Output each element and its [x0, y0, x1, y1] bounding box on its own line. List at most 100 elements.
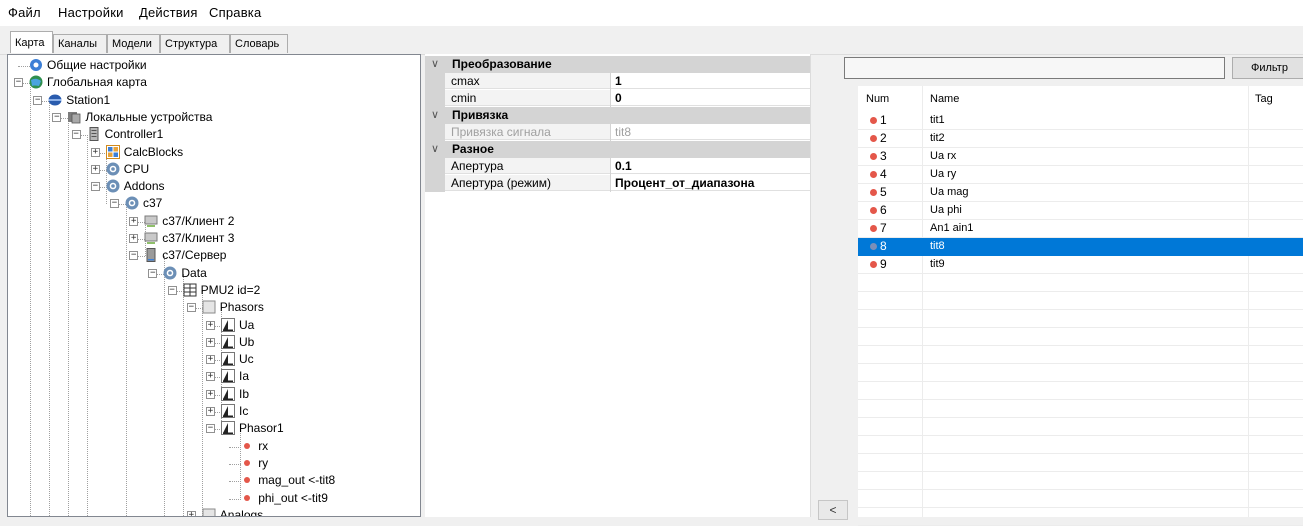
signal-dot-icon	[239, 455, 255, 471]
chevron-down-icon[interactable]: ∨	[431, 142, 439, 155]
signal-status-icon	[870, 189, 877, 196]
tree-node-label: Ic	[239, 404, 249, 418]
list-row[interactable]: 6 Ua phi	[858, 202, 1303, 220]
tree-node-label: Controller1	[104, 127, 164, 142]
property-category-label: Разное	[452, 142, 494, 156]
collapse-toggle-icon[interactable]: −	[206, 424, 215, 434]
expand-toggle-icon[interactable]: +	[90, 147, 100, 157]
property-gutter	[425, 158, 445, 175]
expand-toggle-icon[interactable]: +	[206, 407, 215, 416]
collapse-toggle-icon[interactable]: −	[14, 78, 23, 88]
tree-node-label: Addons	[123, 179, 165, 194]
menu-file[interactable]: Файл	[8, 5, 41, 20]
collapse-toggle-icon[interactable]: −	[110, 199, 119, 209]
tab-channels[interactable]: Каналы	[53, 34, 107, 53]
collapse-toggle-icon[interactable]: −	[52, 112, 62, 122]
list-cell-num: 1	[880, 113, 887, 127]
property-category[interactable]: ∨ Привязка	[425, 107, 810, 124]
list-cell-name: Ua rx	[930, 150, 957, 162]
map-tree[interactable]: Общие настройки − Глобальная карта − Station…	[7, 54, 421, 517]
list-cell-name: An1 ain1	[930, 222, 974, 234]
column-header-tag[interactable]: Tag	[1255, 86, 1273, 112]
menu-help[interactable]: Справка	[209, 5, 261, 20]
list-row[interactable]: 9 tit9	[858, 256, 1303, 274]
property-name: Апертура	[445, 158, 610, 174]
empty-row	[858, 508, 1303, 526]
collapse-toggle-icon[interactable]: −	[148, 268, 158, 278]
settings-info-icon	[28, 57, 44, 73]
expand-toggle-icon[interactable]: +	[129, 216, 139, 226]
tree-guide-line	[126, 204, 127, 516]
tree-node-label: Локальные устройства	[85, 109, 213, 124]
menu-bar: Файл Настройки Действия Справка	[0, 0, 1303, 26]
expand-toggle-icon[interactable]: +	[186, 510, 196, 516]
property-row[interactable]: cmax 1	[425, 73, 810, 90]
property-grid[interactable]: ∨ Преобразование cmax 1 cmin 0 ∨ Привязка Привяз…	[425, 54, 811, 517]
property-name: Апертура (режим)	[445, 175, 610, 191]
chevron-down-icon[interactable]: ∨	[431, 108, 439, 121]
property-value[interactable]: 0.1	[611, 158, 810, 174]
list-cell-num: 7	[880, 221, 887, 235]
collapse-toggle-icon[interactable]: −	[129, 251, 139, 261]
tab-dictionary[interactable]: Словарь	[230, 34, 288, 53]
property-category[interactable]: ∨ Преобразование	[425, 56, 810, 73]
station-icon	[47, 92, 63, 108]
signal-status-icon	[870, 135, 877, 142]
phasor-icon	[220, 386, 236, 402]
collapse-toggle-icon[interactable]: −	[33, 95, 43, 105]
expand-toggle-icon[interactable]: +	[129, 234, 139, 243]
column-header-name[interactable]: Name	[930, 86, 959, 112]
property-gutter	[425, 90, 445, 107]
tree-node-label: Общие настройки	[47, 58, 147, 72]
tree-node-label: c37/Клиент 3	[162, 231, 235, 245]
list-row[interactable]: 1 tit1	[858, 112, 1303, 130]
phasor-icon	[220, 317, 236, 333]
tree-guide-line	[183, 273, 184, 516]
property-value[interactable]: 1	[611, 73, 810, 89]
collapse-toggle-icon[interactable]: −	[186, 303, 196, 313]
property-category[interactable]: ∨ Разное	[425, 141, 810, 158]
menu-actions[interactable]: Действия	[139, 5, 198, 20]
property-row[interactable]: Апертура 0.1	[425, 158, 810, 175]
list-row[interactable]: 7 An1 ain1	[858, 220, 1303, 238]
property-value[interactable]: 0	[611, 90, 810, 106]
gear-icon	[105, 178, 121, 194]
tab-models[interactable]: Модели	[107, 34, 160, 53]
expand-toggle-icon[interactable]: +	[206, 372, 215, 382]
server-icon	[143, 247, 159, 263]
list-row[interactable]: 8 tit8	[858, 238, 1303, 256]
list-cell-num: 8	[880, 239, 887, 253]
empty-row	[858, 454, 1303, 472]
tree-guide-line	[202, 290, 203, 516]
expand-toggle-icon[interactable]: +	[206, 320, 215, 330]
expand-toggle-icon[interactable]: +	[206, 389, 215, 399]
empty-row	[858, 310, 1303, 328]
collapse-panel-button[interactable]: <	[818, 500, 848, 520]
collapse-toggle-icon[interactable]: −	[71, 130, 81, 140]
expand-toggle-icon[interactable]: +	[90, 164, 100, 174]
column-header-num[interactable]: Num	[866, 86, 889, 112]
controller-icon	[86, 126, 102, 142]
tree-node-label: Ib	[239, 386, 250, 401]
tab-map[interactable]: Карта	[10, 31, 53, 53]
list-row[interactable]: 5 Ua mag	[858, 184, 1303, 202]
expand-toggle-icon[interactable]: +	[206, 337, 215, 347]
property-value[interactable]: Процент_от_диапазона	[611, 175, 810, 191]
signal-list[interactable]: Num Name Tag 1 tit1 2 tit2 3 Ua rx 4 Ua ry 5 Ua m…	[858, 86, 1303, 526]
filter-input[interactable]	[844, 57, 1225, 79]
collapse-toggle-icon[interactable]: −	[90, 182, 100, 192]
expand-toggle-icon[interactable]: +	[206, 355, 215, 365]
collapse-toggle-icon[interactable]: −	[167, 285, 177, 295]
list-row[interactable]: 3 Ua rx	[858, 148, 1303, 166]
menu-settings[interactable]: Настройки	[58, 5, 124, 20]
tree-guide-line	[87, 135, 88, 516]
property-row[interactable]: Привязка сигнала tit8	[425, 124, 810, 141]
filter-button[interactable]: Фильтр	[1232, 57, 1303, 79]
chevron-down-icon[interactable]: ∨	[431, 57, 439, 70]
tree-node-label: Analogs	[219, 507, 264, 517]
list-row[interactable]: 2 tit2	[858, 130, 1303, 148]
list-row[interactable]: 4 Ua ry	[858, 166, 1303, 184]
property-row[interactable]: cmin 0	[425, 90, 810, 107]
property-row[interactable]: Апертура (режим) Процент_от_диапазона	[425, 175, 810, 192]
tab-structure[interactable]: Структура	[160, 34, 230, 53]
